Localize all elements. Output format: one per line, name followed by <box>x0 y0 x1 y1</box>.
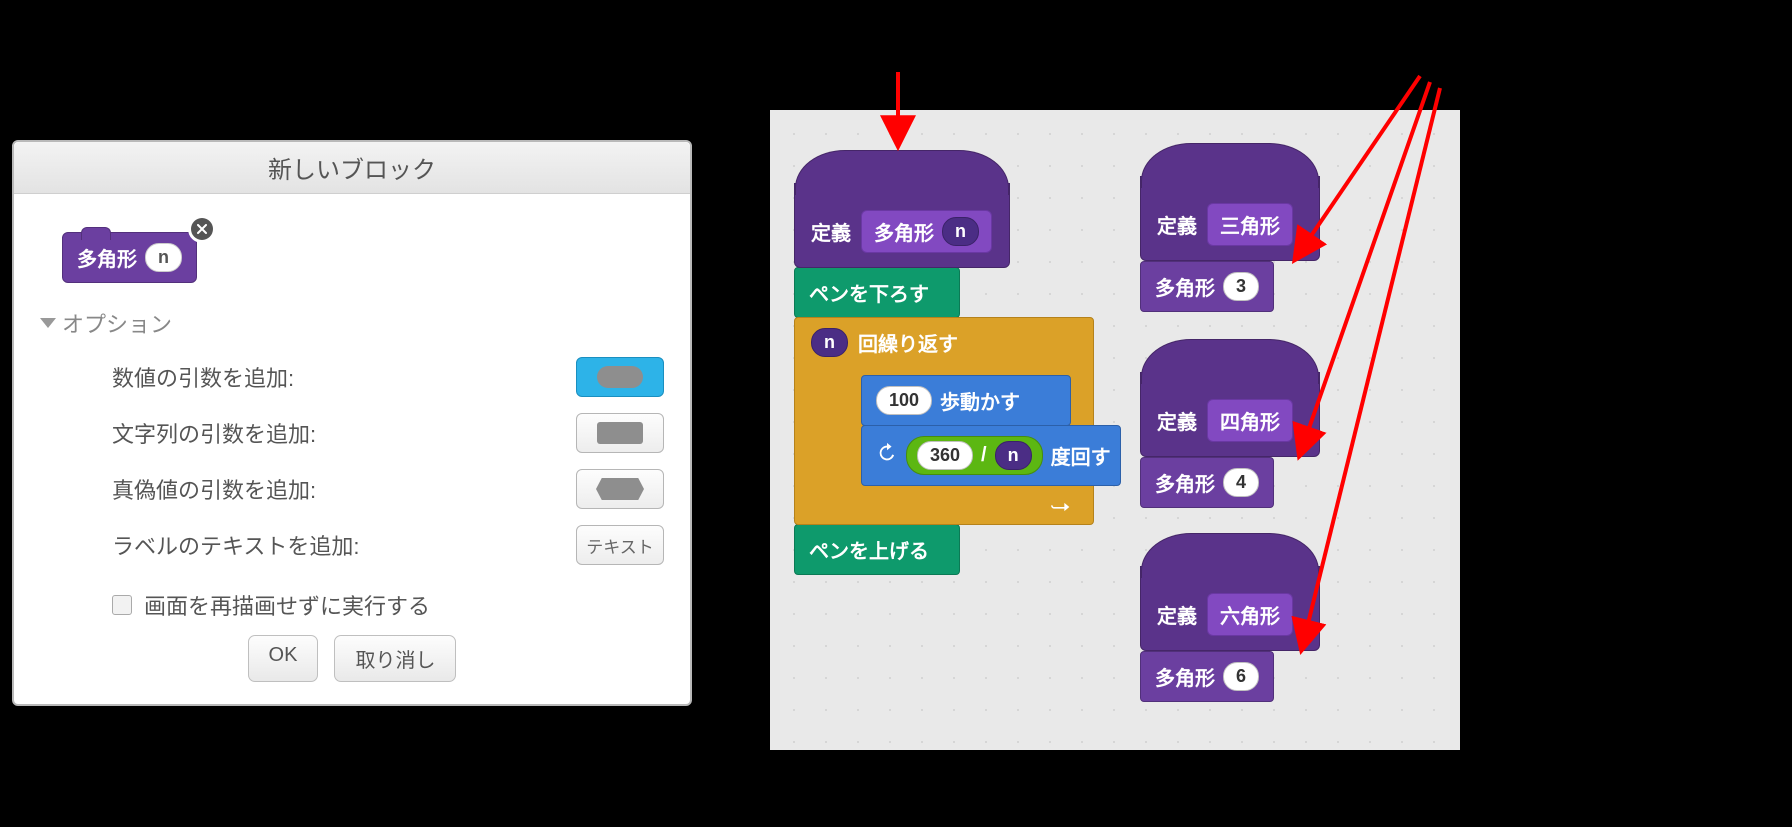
turn-numerator[interactable]: 360 <box>917 441 973 470</box>
option-add-bool: 真偽値の引数を追加: <box>40 461 664 517</box>
stack-polygon-definition[interactable]: 定義 多角形 n ペンを下ろす n 回繰り返す 100 歩動かす <box>794 184 1094 575</box>
turn-block[interactable]: 360 / n 度回す <box>861 425 1121 486</box>
call-polygon-3[interactable]: 多角形 3 <box>1140 261 1274 312</box>
arg-4[interactable]: 4 <box>1223 468 1259 497</box>
call-polygon-4[interactable]: 多角形 4 <box>1140 457 1274 508</box>
stack-hexagon[interactable]: 定義 六角形 多角形 6 <box>1140 566 1320 702</box>
dialog-buttons: OK 取り消し <box>40 635 664 682</box>
define-hat-square[interactable]: 定義 四角形 <box>1140 372 1320 457</box>
define-hat-hexagon[interactable]: 定義 六角形 <box>1140 566 1320 651</box>
define-proto: 多角形 n <box>861 210 992 253</box>
options-header[interactable]: オプション <box>40 307 664 339</box>
block-param-pill[interactable]: n <box>145 243 182 272</box>
add-string-arg-button[interactable] <box>576 413 664 453</box>
stack-triangle[interactable]: 定義 三角形 多角形 3 <box>1140 176 1320 312</box>
pen-down-block[interactable]: ペンを下ろす <box>794 267 960 318</box>
define-hat-polygon[interactable]: 定義 多角形 n <box>794 183 1010 268</box>
stack-square[interactable]: 定義 四角形 多角形 4 <box>1140 372 1320 508</box>
close-icon[interactable] <box>191 218 213 240</box>
block-prototype-area: 多角形 n <box>62 232 197 283</box>
hex-shape-icon <box>596 478 644 500</box>
call-polygon-6[interactable]: 多角形 6 <box>1140 651 1274 702</box>
run-without-refresh-checkbox[interactable] <box>112 595 132 615</box>
option-add-number: 数値の引数を追加: <box>40 349 664 405</box>
cancel-button[interactable]: 取り消し <box>334 635 456 682</box>
rect-shape-icon <box>597 422 643 444</box>
new-block-dialog: 新しいブロック 多角形 n オプション 数値の引数を追加: 文字列の引数を追加: <box>12 140 692 706</box>
run-without-refresh-row: 画面を再描画せずに実行する <box>112 589 664 621</box>
oval-shape-icon <box>597 366 643 388</box>
ok-button[interactable]: OK <box>248 635 319 682</box>
option-add-label: ラベルのテキストを追加: テキスト <box>40 517 664 573</box>
option-add-string: 文字列の引数を追加: <box>40 405 664 461</box>
loop-arrow-icon <box>1051 500 1071 514</box>
turn-cw-icon <box>876 442 898 470</box>
custom-block-prototype[interactable]: 多角形 n <box>62 232 197 283</box>
arg-3[interactable]: 3 <box>1223 272 1259 301</box>
dialog-title: 新しいブロック <box>14 142 690 194</box>
script-area[interactable]: 定義 多角形 n ペンを下ろす n 回繰り返す 100 歩動かす <box>770 110 1460 750</box>
operator-divide[interactable]: 360 / n <box>906 436 1043 475</box>
move-steps-value[interactable]: 100 <box>876 386 932 415</box>
move-steps-block[interactable]: 100 歩動かす <box>861 375 1071 426</box>
add-bool-arg-button[interactable] <box>576 469 664 509</box>
add-number-arg-button[interactable] <box>576 357 664 397</box>
dialog-body: 多角形 n オプション 数値の引数を追加: 文字列の引数を追加: 真偽値の引数を… <box>14 194 690 704</box>
param-n-icon: n <box>942 217 979 246</box>
pen-up-block[interactable]: ペンを上げる <box>794 524 960 575</box>
define-hat-triangle[interactable]: 定義 三角形 <box>1140 176 1320 261</box>
arg-6[interactable]: 6 <box>1223 662 1259 691</box>
block-name-label: 多角形 <box>77 243 137 272</box>
repeat-count-param[interactable]: n <box>811 328 848 357</box>
repeat-block[interactable]: n 回繰り返す 100 歩動かす 360 / n 度回す <box>794 317 1094 525</box>
add-label-text-button[interactable]: テキスト <box>576 525 664 565</box>
define-word: 定義 <box>811 217 851 246</box>
chevron-down-icon <box>40 318 56 328</box>
turn-denominator-param[interactable]: n <box>995 441 1032 470</box>
